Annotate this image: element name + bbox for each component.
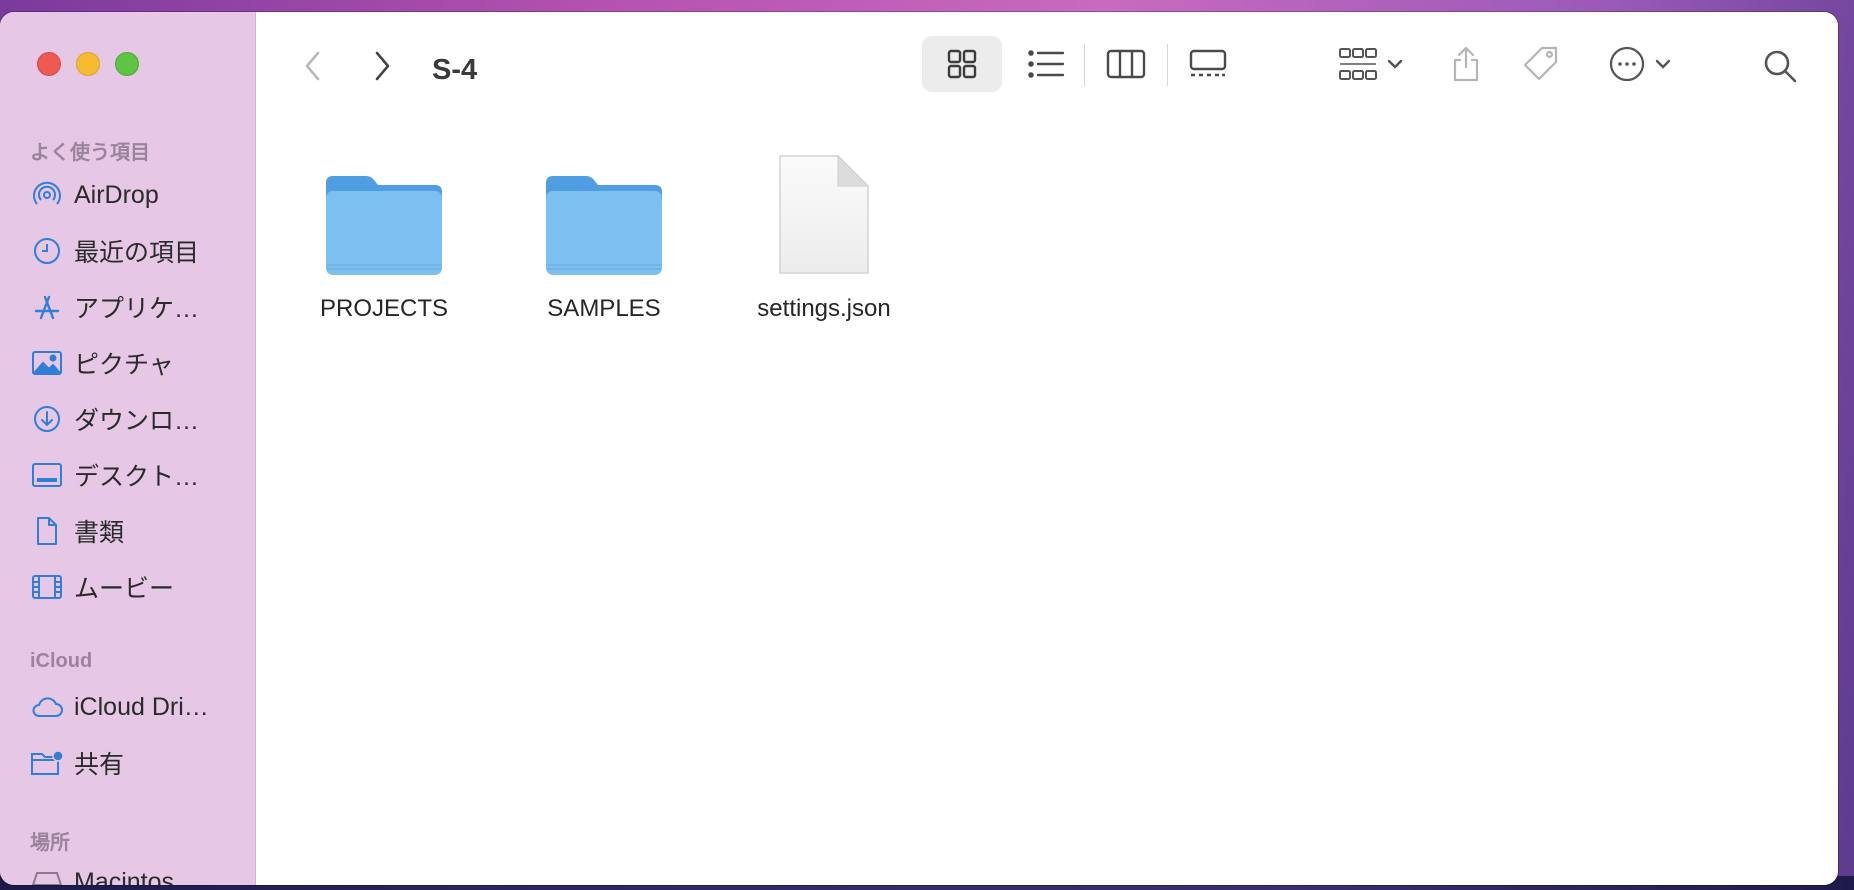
sidebar-item-movies[interactable]: ムービー — [30, 567, 245, 607]
chevron-right-icon — [375, 51, 390, 81]
sidebar-item-recents[interactable]: 最近の項目 — [30, 231, 245, 271]
main-content: S-4 PROJECTS SAMPLES settings.json — [256, 12, 1838, 885]
toolbar-separator — [1084, 44, 1085, 86]
folder-icon — [546, 176, 662, 275]
sidebar-item-label: iCloud Dri… — [74, 692, 209, 721]
column-view-button[interactable] — [1086, 36, 1166, 92]
sidebar-item-pictures[interactable]: ピクチャ — [30, 343, 245, 383]
window-title: S-4 — [432, 54, 478, 86]
zoom-button[interactable] — [115, 52, 139, 76]
gallery-view-icon — [1189, 49, 1227, 77]
applications-icon — [30, 290, 64, 324]
file-item-settings-json[interactable]: settings.json — [734, 147, 914, 323]
tag-button[interactable] — [1509, 36, 1573, 92]
file-item-projects[interactable]: PROJECTS — [294, 147, 474, 323]
download-icon — [30, 402, 64, 436]
sidebar-item-airdrop[interactable]: AirDrop — [30, 175, 245, 215]
shared-folder-icon — [30, 746, 64, 780]
folder-icon — [326, 176, 442, 275]
icon-view-icon — [947, 49, 977, 79]
search-icon — [1764, 50, 1797, 83]
list-view-button[interactable] — [1006, 36, 1086, 92]
file-name: SAMPLES — [547, 295, 661, 322]
back-button[interactable] — [298, 46, 328, 86]
sidebar: よく使う項目 AirDrop 最近の項目 アプリケ… ピクチャ ダウンロ… デス… — [0, 12, 256, 885]
document-file-icon — [779, 154, 870, 274]
finder-window: よく使う項目 AirDrop 最近の項目 アプリケ… ピクチャ ダウンロ… デス… — [0, 12, 1838, 885]
sidebar-item-label: アプリケ… — [74, 295, 200, 323]
gallery-view-button[interactable] — [1168, 36, 1248, 92]
group-by-button[interactable] — [1326, 36, 1416, 92]
icon-view-button[interactable] — [922, 36, 1002, 92]
sidebar-item-icloud-drive[interactable]: iCloud Dri… — [30, 687, 245, 727]
tag-icon — [1523, 46, 1558, 81]
forward-button[interactable] — [367, 46, 397, 86]
sidebar-item-shared[interactable]: 共有 — [30, 743, 245, 783]
list-view-icon — [1028, 50, 1065, 78]
sidebar-item-label: 最近の項目 — [74, 239, 200, 267]
airdrop-icon — [30, 178, 64, 212]
share-button[interactable] — [1436, 36, 1496, 92]
disk-icon — [30, 865, 64, 885]
sidebar-item-macintosh-hd[interactable]: Macintos… — [30, 862, 245, 885]
chevron-left-icon — [305, 51, 320, 81]
sidebar-item-label: AirDrop — [74, 180, 159, 209]
file-item-samples[interactable]: SAMPLES — [514, 147, 694, 323]
icloud-header: iCloud — [30, 650, 93, 672]
sidebar-item-label: 共有 — [74, 751, 125, 779]
sidebar-item-label: ムービー — [74, 575, 175, 603]
sidebar-item-label: ピクチャ — [74, 351, 174, 379]
column-view-icon — [1106, 49, 1146, 79]
file-name: settings.json — [757, 295, 891, 322]
desktop-icon — [30, 458, 64, 492]
search-button[interactable] — [1756, 42, 1804, 90]
photo-icon — [30, 346, 64, 380]
more-icon — [1609, 46, 1645, 82]
file-name: PROJECTS — [319, 295, 448, 322]
group-icon — [1339, 48, 1377, 80]
chevron-down-icon — [1655, 59, 1671, 69]
locations-header: 場所 — [30, 832, 70, 854]
cloud-icon — [30, 690, 64, 724]
clock-icon — [30, 234, 64, 268]
minimize-button[interactable] — [76, 52, 100, 76]
sidebar-item-label: Macintos… — [74, 867, 200, 886]
sidebar-item-desktop[interactable]: デスクト… — [30, 455, 245, 495]
sidebar-item-label: ダウンロ… — [74, 407, 200, 435]
favorites-header: よく使う項目 — [30, 142, 150, 164]
share-icon — [1453, 46, 1479, 82]
sidebar-item-documents[interactable]: 書類 — [30, 511, 245, 551]
more-actions-button[interactable] — [1600, 36, 1680, 92]
sidebar-item-applications[interactable]: アプリケ… — [30, 287, 245, 327]
window-controls — [37, 52, 139, 76]
sidebar-item-downloads[interactable]: ダウンロ… — [30, 399, 245, 439]
sidebar-item-label: 書類 — [74, 519, 125, 547]
film-icon — [30, 570, 64, 604]
sidebar-item-label: デスクト… — [74, 463, 200, 491]
chevron-down-icon — [1387, 59, 1403, 69]
close-button[interactable] — [37, 52, 61, 76]
document-icon — [30, 514, 64, 548]
